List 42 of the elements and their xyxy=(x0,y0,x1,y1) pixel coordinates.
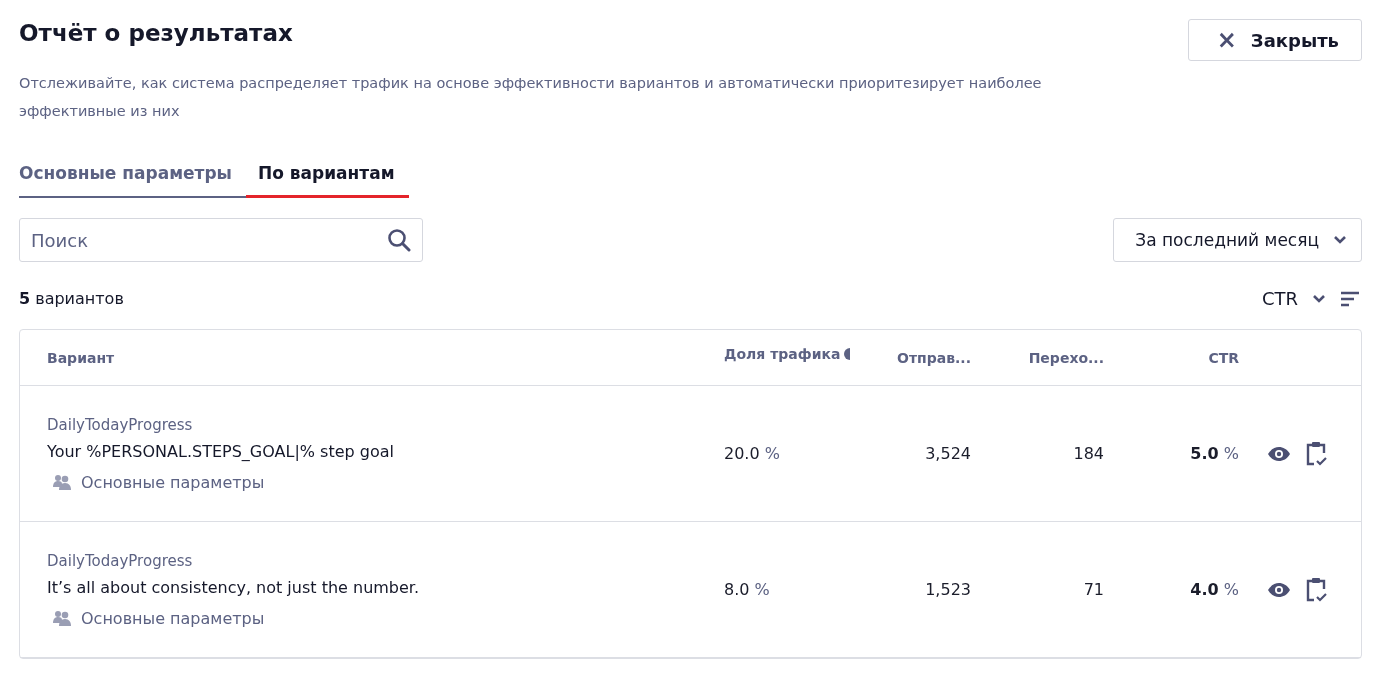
column-header: CTR xyxy=(1207,349,1239,366)
users-icon xyxy=(53,610,71,626)
clipboard-check-icon[interactable] xyxy=(1305,440,1327,467)
column-header: Отправ... xyxy=(896,349,971,366)
variant-count: 5 вариантов xyxy=(19,289,124,308)
chevron-down-icon xyxy=(1333,235,1347,245)
ctr-value: 4.0 xyxy=(1190,580,1219,599)
page-title: Отчёт о результатах xyxy=(19,20,293,46)
tab[interactable]: По вариантам xyxy=(245,163,409,198)
search-field[interactable]: Поиск xyxy=(19,218,423,262)
template-name: DailyTodayProgress xyxy=(47,415,194,434)
variant-text: It’s all about consistency, not just the number. xyxy=(47,577,421,597)
percent-unit: % xyxy=(1223,444,1239,463)
percent-unit: % xyxy=(764,444,780,463)
percent-unit: % xyxy=(1223,580,1239,599)
eye-icon[interactable] xyxy=(1267,581,1291,598)
column-header: Вариант xyxy=(47,349,116,366)
segment-label: Основные параметры xyxy=(81,608,265,628)
chevron-down-icon xyxy=(1312,293,1326,304)
clicks-value: 184 xyxy=(1073,444,1104,463)
sent-value: 3,524 xyxy=(925,444,971,463)
clicks-value: 71 xyxy=(1083,580,1104,599)
column-header: Перехо... xyxy=(1027,349,1104,366)
variant-text: Your %PERSONAL.STEPS_GOAL|% step goal xyxy=(47,441,395,461)
ctr-value: 5.0 xyxy=(1190,444,1219,463)
percent-unit: % xyxy=(754,580,770,599)
eye-icon[interactable] xyxy=(1267,445,1291,462)
sent-value: 1,523 xyxy=(925,580,971,599)
template-name: DailyTodayProgress xyxy=(47,551,194,570)
page-description: Отслеживайте, как система распределяет трафик на основе эффективности вариантов и автоматически приоритезирует наиболее эффективные из них xyxy=(19,74,1043,121)
column-header: Доля трафика xyxy=(724,345,841,362)
clipboard-check-icon[interactable] xyxy=(1305,576,1327,603)
sort-order-icon[interactable] xyxy=(1340,290,1360,307)
tab[interactable]: Основные параметры xyxy=(19,163,246,198)
period-dropdown[interactable]: За последний месяц xyxy=(1113,218,1362,262)
traffic-value: 20.0 xyxy=(724,444,760,463)
search-icon xyxy=(387,228,411,252)
segment-label: Основные параметры xyxy=(81,472,265,492)
sort-dropdown[interactable]: CTR xyxy=(1261,288,1326,309)
users-icon xyxy=(53,474,71,490)
close-button[interactable]: × Закрыть xyxy=(1187,19,1362,61)
traffic-value: 8.0 xyxy=(724,580,750,599)
